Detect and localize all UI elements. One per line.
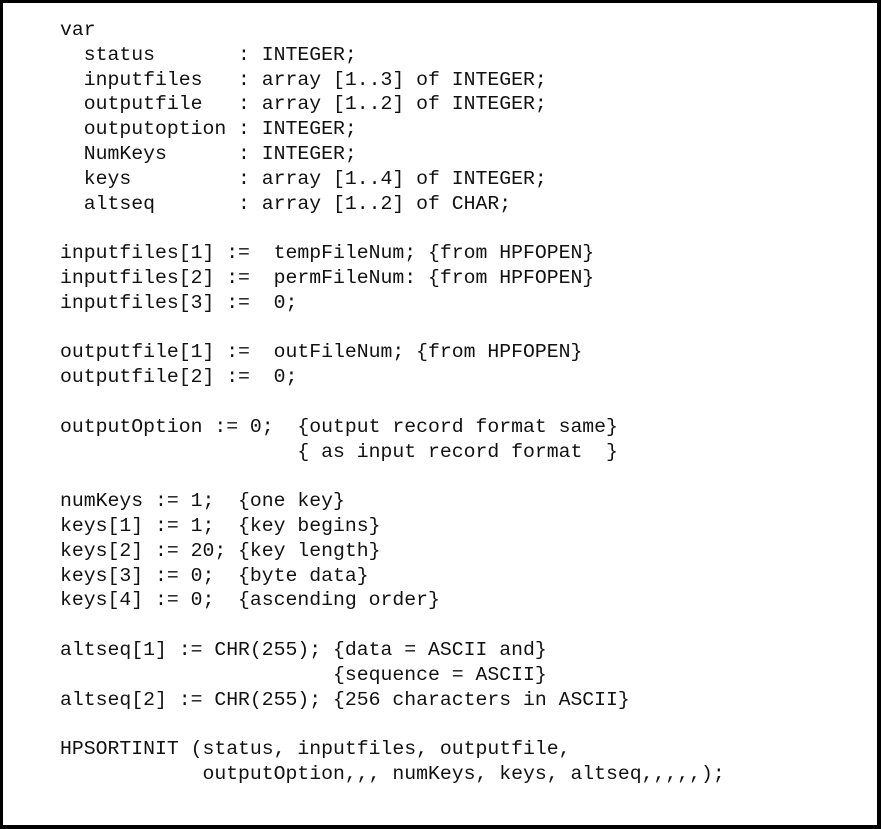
code-line: keys : array [1..4] of INTEGER; xyxy=(60,167,547,190)
code-listing-frame: var status : INTEGER; inputfiles : array… xyxy=(0,0,881,829)
code-line: numKeys := 1; {one key} xyxy=(60,490,345,513)
code-block: var status : INTEGER; inputfiles : array… xyxy=(60,18,725,787)
code-line: outputfile[2] := 0; xyxy=(60,366,298,389)
code-line: keys[2] := 20; {key length} xyxy=(60,539,381,562)
code-line: outputOption := 0; {output record format… xyxy=(60,415,618,438)
code-line: inputfiles[2] := permFileNum: {from HPFO… xyxy=(60,266,595,289)
code-line: keys[4] := 0; {ascending order} xyxy=(60,589,440,612)
code-line: NumKeys : INTEGER; xyxy=(60,142,357,165)
code-line: outputoption : INTEGER; xyxy=(60,118,357,141)
code-line: var xyxy=(60,19,96,41)
code-line: outputfile : array [1..2] of INTEGER; xyxy=(60,93,547,116)
code-line: status : INTEGER; xyxy=(60,43,357,66)
code-line: outputOption,,, numKeys, keys, altseq,,,… xyxy=(60,762,725,785)
code-line: inputfiles[3] := 0; xyxy=(60,291,298,314)
code-line: {sequence = ASCII} xyxy=(60,663,547,686)
code-line: altseq[1] := CHR(255); {data = ASCII and… xyxy=(60,638,547,661)
code-line: altseq[2] := CHR(255); {256 characters i… xyxy=(60,688,630,711)
code-line: inputfiles[1] := tempFileNum; {from HPFO… xyxy=(60,242,595,265)
code-line: altseq : array [1..2] of CHAR; xyxy=(60,192,512,215)
code-line: keys[1] := 1; {key begins} xyxy=(60,514,381,537)
code-line: inputfiles : array [1..3] of INTEGER; xyxy=(60,68,547,91)
code-line: keys[3] := 0; {byte data} xyxy=(60,564,369,587)
code-line: HPSORTINIT (status, inputfiles, outputfi… xyxy=(60,738,571,761)
code-line: { as input record format } xyxy=(60,440,618,463)
code-line: outputfile[1] := outFileNum; {from HPFOP… xyxy=(60,341,583,364)
